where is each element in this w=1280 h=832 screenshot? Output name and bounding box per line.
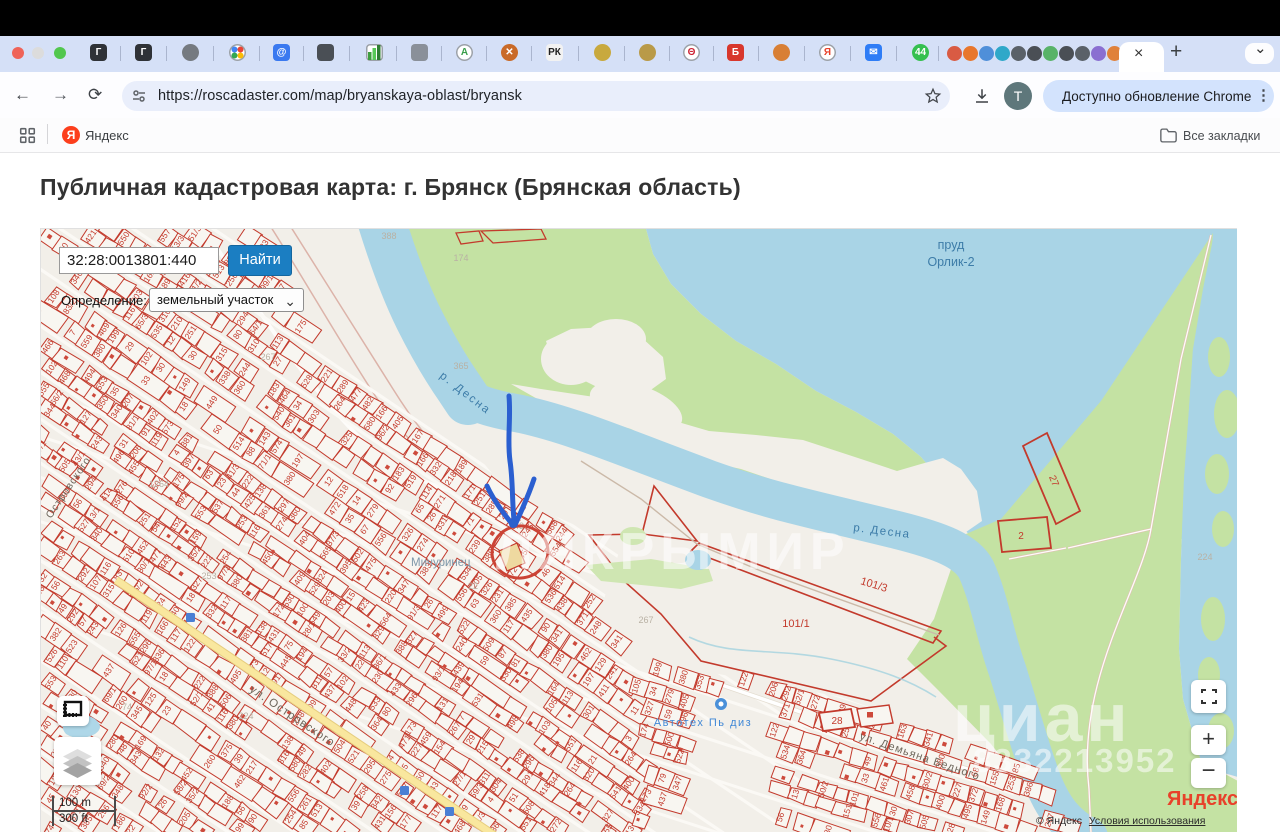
svg-text:пруд: пруд (938, 238, 965, 252)
svg-text:28: 28 (831, 716, 843, 727)
svg-text:174: 174 (453, 253, 468, 263)
svg-text:388: 388 (381, 231, 396, 241)
svg-text:224: 224 (238, 711, 253, 721)
svg-text:101/1: 101/1 (782, 618, 810, 630)
svg-text:224: 224 (1197, 552, 1212, 562)
svg-text:267: 267 (638, 615, 653, 625)
svg-text:2: 2 (1018, 531, 1024, 542)
svg-text:22: 22 (468, 581, 478, 591)
svg-text:ЛЯКРЫМИР: ЛЯКРЫМИР (496, 523, 851, 581)
svg-text:Автотех Пь диз: Автотех Пь диз (654, 717, 752, 729)
svg-text:Орлик-2: Орлик-2 (927, 255, 974, 269)
svg-text:365: 365 (453, 361, 468, 371)
svg-text:8332213952: 8332213952 (973, 742, 1177, 779)
svg-text:1264: 1264 (149, 479, 169, 489)
svg-text:267: 267 (260, 352, 275, 362)
svg-text:253: 253 (201, 571, 216, 581)
svg-text:74: 74 (122, 702, 132, 712)
svg-text:Мичуринец: Мичуринец (411, 557, 471, 569)
